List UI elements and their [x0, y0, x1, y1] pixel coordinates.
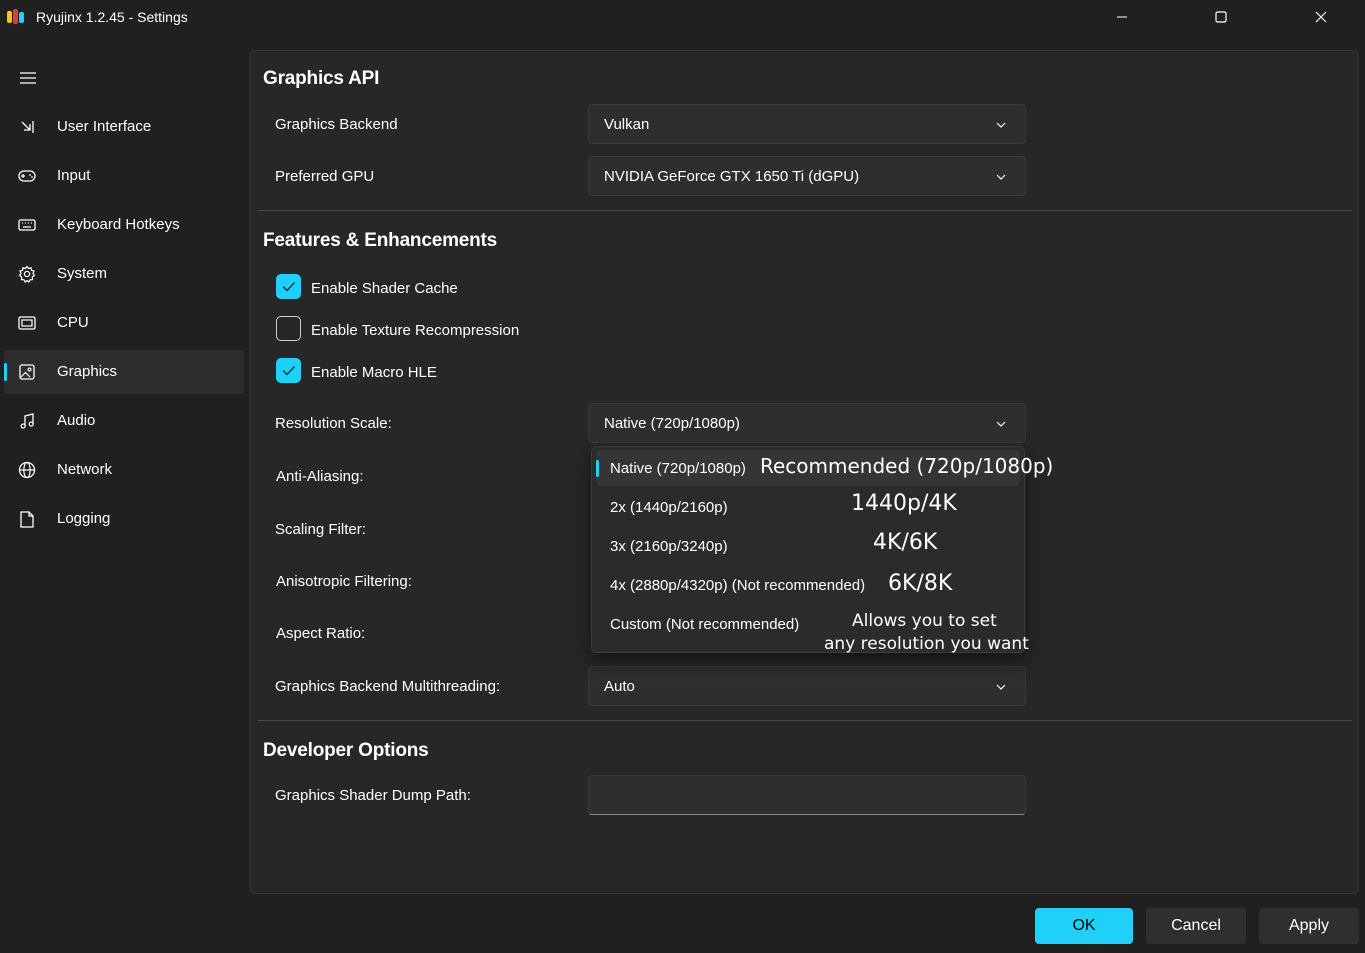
aspect-ratio-label: Aspect Ratio:	[276, 625, 366, 642]
chevron-down-icon	[996, 684, 1006, 690]
arrow-corner-icon	[18, 118, 36, 136]
scaling-filter-label: Scaling Filter:	[275, 521, 366, 538]
maximize-button[interactable]	[1197, 0, 1245, 34]
minimize-icon	[1117, 16, 1127, 18]
title-bar: Ryujinx 1.2.45 - Settings	[0, 0, 1365, 34]
option-label: 3x (2160p/3240p)	[610, 538, 728, 555]
close-icon	[1315, 11, 1327, 23]
resolution-option-4x[interactable]: 4x (2880p/4320p) (Not recommended)	[596, 567, 1020, 603]
shader-cache-label: Enable Shader Cache	[311, 280, 458, 297]
resolution-scale-dropdown[interactable]: Native (720p/1080p)	[588, 403, 1026, 443]
annotation-native: Recommended (720p/1080p)	[760, 454, 1054, 478]
preferred-gpu-label: Preferred GPU	[275, 168, 375, 185]
close-button[interactable]	[1297, 0, 1345, 34]
keyboard-icon	[18, 216, 36, 234]
multithreading-value: Auto	[604, 678, 635, 695]
maximize-icon	[1215, 11, 1227, 23]
sidebar-item-audio[interactable]: Audio	[4, 399, 244, 443]
sidebar-item-label: User Interface	[57, 118, 152, 135]
option-label: Native (720p/1080p)	[610, 460, 746, 477]
chevron-down-icon	[996, 122, 1006, 128]
sidebar-item-cpu[interactable]: CPU	[4, 301, 244, 345]
sidebar-item-label: Input	[57, 167, 91, 184]
shader-dump-path-label: Graphics Shader Dump Path:	[275, 787, 471, 804]
texture-recompression-checkbox[interactable]	[276, 316, 301, 341]
chevron-down-icon	[996, 174, 1006, 180]
resolution-scale-label: Resolution Scale:	[275, 415, 392, 432]
annotation-3x: 4K/6K	[873, 530, 938, 555]
annotation-custom-line2: any resolution you want	[824, 634, 1029, 654]
sidebar-item-label: Logging	[57, 510, 111, 527]
chevron-down-icon	[996, 421, 1006, 427]
section-divider	[258, 720, 1352, 721]
graphics-backend-value: Vulkan	[604, 116, 650, 133]
annotation-4x: 6K/8K	[888, 571, 953, 596]
macro-hle-checkbox[interactable]	[276, 358, 301, 383]
section-title-developer-options: Developer Options	[263, 740, 429, 761]
section-divider	[258, 210, 1352, 211]
anisotropic-filtering-label: Anisotropic Filtering:	[276, 573, 412, 590]
annotation-custom-line1: Allows you to set	[852, 611, 997, 631]
anti-aliasing-label: Anti-Aliasing:	[276, 468, 364, 485]
cancel-button[interactable]: Cancel	[1146, 908, 1246, 944]
hamburger-icon	[20, 72, 36, 84]
chip-icon	[18, 314, 36, 332]
multithreading-label: Graphics Backend Multithreading:	[275, 678, 501, 695]
preferred-gpu-dropdown[interactable]: NVIDIA GeForce GTX 1650 Ti (dGPU)	[588, 156, 1026, 196]
checkmark-icon	[282, 366, 296, 376]
hamburger-menu-button[interactable]	[14, 64, 42, 92]
sidebar-item-label: CPU	[57, 314, 89, 331]
preferred-gpu-value: NVIDIA GeForce GTX 1650 Ti (dGPU)	[604, 168, 860, 185]
sidebar-item-logging[interactable]: Logging	[4, 497, 244, 541]
shader-cache-checkbox[interactable]	[276, 274, 301, 299]
graphics-backend-dropdown[interactable]: Vulkan	[588, 104, 1026, 144]
section-title-features: Features & Enhancements	[263, 230, 498, 251]
sidebar-item-network[interactable]: Network	[4, 448, 244, 492]
shader-dump-path-input[interactable]	[588, 775, 1026, 815]
graphics-backend-label: Graphics Backend	[275, 116, 398, 133]
image-icon	[18, 363, 36, 381]
gamepad-icon	[18, 167, 36, 185]
sidebar-item-keyboard-hotkeys[interactable]: Keyboard Hotkeys	[4, 203, 244, 247]
sidebar-item-system[interactable]: System	[4, 252, 244, 296]
sidebar-item-label: Audio	[57, 412, 96, 429]
texture-recompression-label: Enable Texture Recompression	[311, 322, 520, 339]
option-label: Custom (Not recommended)	[610, 616, 800, 633]
selection-indicator	[4, 363, 7, 381]
section-title-graphics-api: Graphics API	[263, 68, 380, 89]
annotation-2x: 1440p/4K	[851, 491, 957, 516]
apply-button[interactable]: Apply	[1259, 908, 1359, 944]
window-title: Ryujinx 1.2.45 - Settings	[36, 9, 188, 25]
sidebar-item-label: System	[57, 265, 108, 282]
sidebar-item-user-interface[interactable]: User Interface	[4, 105, 244, 149]
selection-indicator	[596, 460, 599, 477]
document-icon	[18, 510, 36, 528]
sidebar-item-label: Network	[57, 461, 113, 478]
sidebar-item-input[interactable]: Input	[4, 154, 244, 198]
ok-button[interactable]: OK	[1035, 908, 1133, 944]
resolution-scale-value: Native (720p/1080p)	[604, 415, 740, 432]
sidebar-item-label: Keyboard Hotkeys	[57, 216, 180, 233]
option-label: 4x (2880p/4320p) (Not recommended)	[610, 577, 866, 594]
option-label: 2x (1440p/2160p)	[610, 499, 728, 516]
sidebar-item-graphics[interactable]: Graphics	[4, 350, 244, 394]
resolution-option-3x[interactable]: 3x (2160p/3240p)	[596, 528, 1020, 564]
multithreading-dropdown[interactable]: Auto	[588, 666, 1026, 706]
globe-icon	[18, 461, 36, 479]
macro-hle-label: Enable Macro HLE	[311, 364, 437, 381]
checkmark-icon	[282, 282, 296, 292]
sidebar-item-label: Graphics	[57, 363, 118, 380]
music-note-icon	[18, 412, 36, 430]
minimize-button[interactable]	[1098, 0, 1146, 34]
app-logo-icon	[7, 9, 24, 24]
gear-icon	[18, 265, 36, 283]
